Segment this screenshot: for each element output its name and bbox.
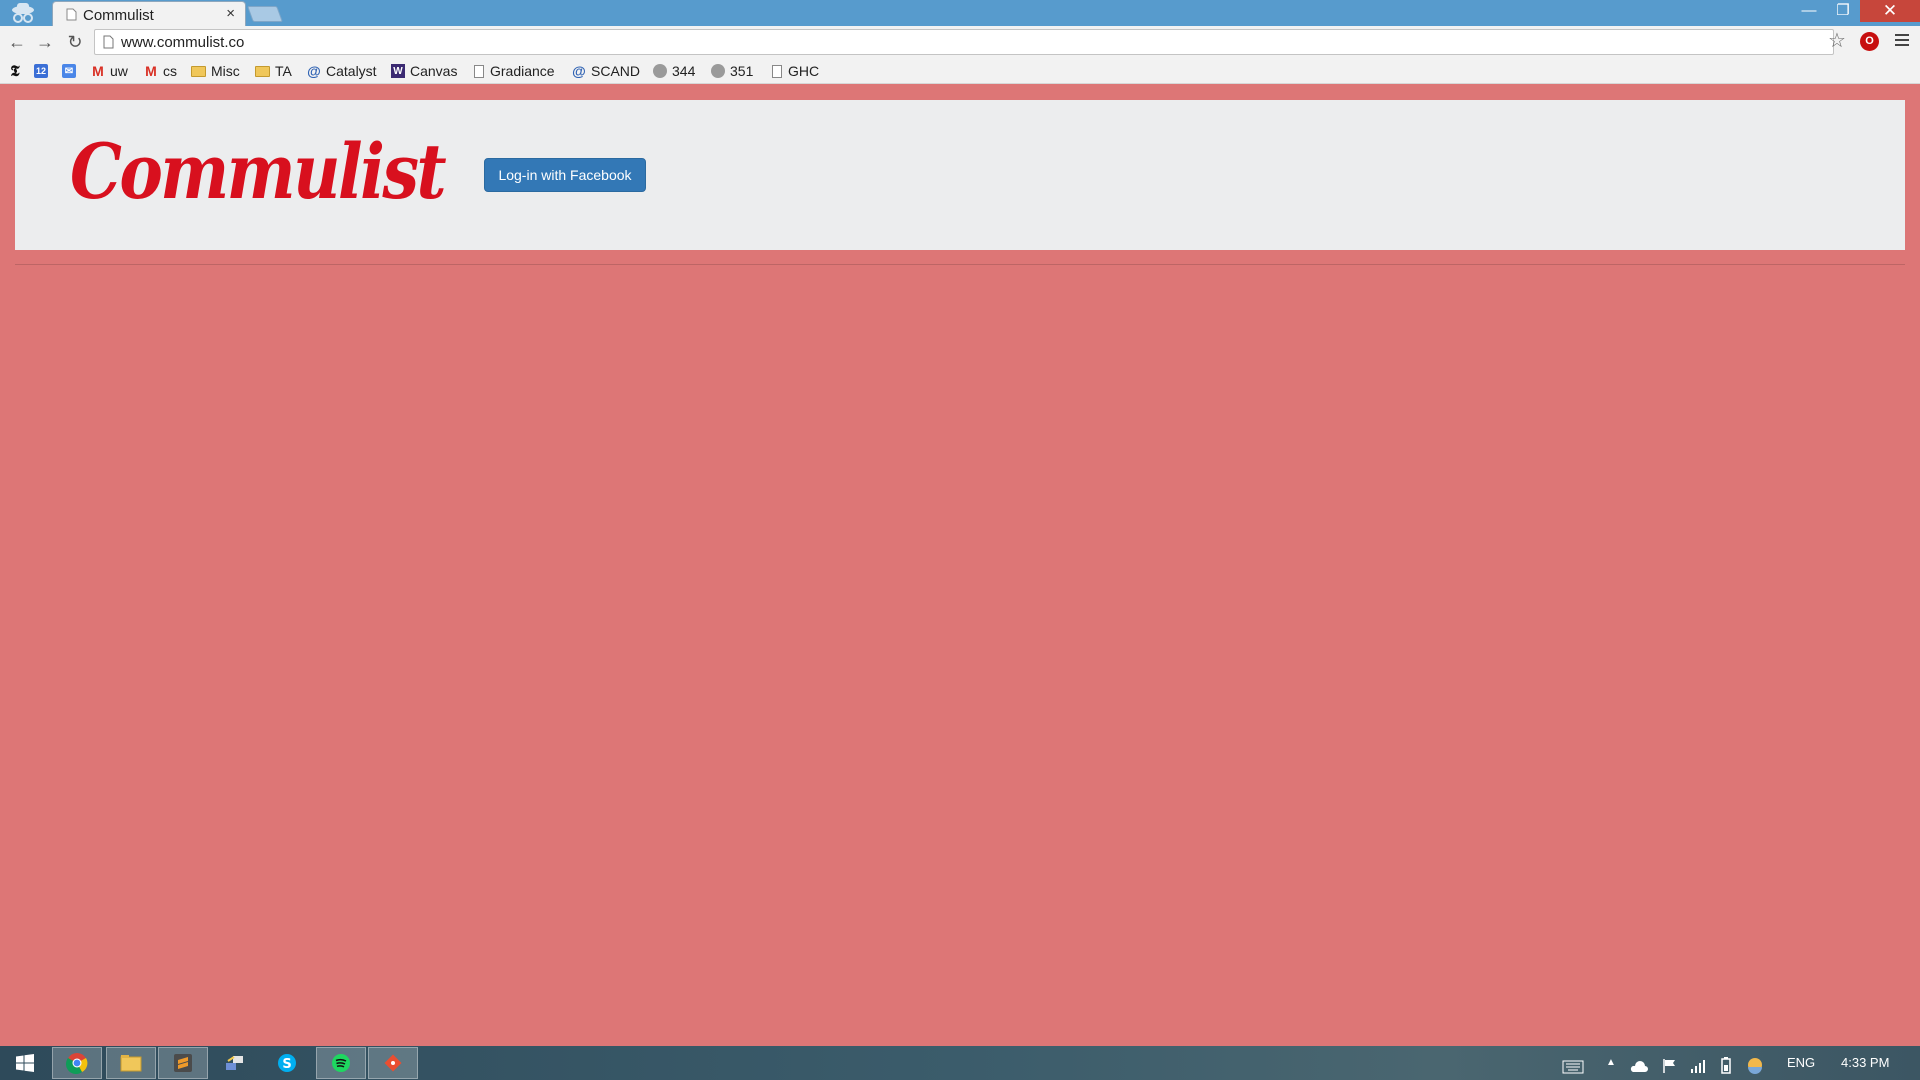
weather-tray-icon[interactable] <box>1746 1054 1764 1076</box>
browser-title-bar: Commulist × — ❐ ✕ <box>0 0 1920 27</box>
page-icon <box>474 64 484 78</box>
gmail-icon: M <box>145 63 157 79</box>
url-text[interactable]: www.commulist.co <box>121 34 244 51</box>
show-hidden-icons-icon[interactable]: ▲ <box>1606 1052 1616 1074</box>
tab-commulist[interactable]: Commulist × <box>52 1 246 27</box>
battery-icon[interactable] <box>1718 1054 1734 1076</box>
action-center-flag-icon[interactable] <box>1662 1055 1678 1077</box>
taskbar-spotify[interactable] <box>316 1047 366 1079</box>
folder-icon <box>191 65 206 77</box>
bookmark-label: SCAND <box>591 63 641 79</box>
file-explorer-icon <box>120 1055 142 1072</box>
bookmark-canvas[interactable]: W Canvas <box>391 61 457 81</box>
taskbar-file-explorer[interactable] <box>106 1047 156 1079</box>
tab-title: Commulist <box>83 7 154 24</box>
header-divider <box>15 264 1905 265</box>
svg-text:S: S <box>282 1057 291 1072</box>
page-icon <box>772 64 782 78</box>
bookmark-catalyst[interactable]: @ Catalyst <box>307 61 377 81</box>
bookmark-label: Canvas <box>410 63 458 79</box>
taskbar-chrome[interactable] <box>52 1047 102 1079</box>
bookmark-label: Gradiance <box>490 63 555 79</box>
bookmark-cs[interactable]: M cs <box>144 61 177 81</box>
network-tool-icon <box>226 1056 243 1070</box>
bookmark-344[interactable]: 344 <box>653 61 695 81</box>
windows-start-icon <box>16 1054 34 1072</box>
bookmark-label: GHC <box>788 63 820 79</box>
new-tab-button[interactable] <box>247 6 283 22</box>
canvas-icon: W <box>391 64 405 78</box>
keyboard-icon[interactable] <box>1562 1056 1584 1078</box>
signal-strength-icon[interactable] <box>1690 1055 1706 1077</box>
language-indicator[interactable]: ENG <box>1787 1052 1815 1074</box>
facebook-login-button[interactable]: Log-in with Facebook <box>484 158 646 192</box>
bookmark-uw[interactable]: M uw <box>91 61 128 81</box>
catalyst-icon: @ <box>307 63 321 79</box>
calendar-icon: 12 <box>34 64 48 78</box>
bookmark-label: Misc <box>211 63 240 79</box>
bookmark-scand[interactable]: @ SCAND <box>572 61 640 81</box>
forward-button[interactable]: → <box>34 31 56 53</box>
close-window-button[interactable]: ✕ <box>1860 0 1920 22</box>
logo-text: Commulist <box>70 127 446 212</box>
sublime-text-icon <box>174 1054 192 1072</box>
bookmark-label: 344 <box>672 63 696 79</box>
address-bar[interactable]: www.commulist.co <box>94 29 1834 55</box>
bookmarks-bar: 𝕿 12 ✉ M uw M cs Misc TA @ Catalyst W Ca… <box>0 58 1920 84</box>
inbox-icon: ✉ <box>62 64 76 78</box>
back-button[interactable]: ← <box>6 31 28 53</box>
page-icon <box>66 8 77 21</box>
bookmark-folder-ta[interactable]: TA <box>255 61 292 81</box>
ublock-extension-icon[interactable]: O <box>1860 32 1879 51</box>
skype-icon: S <box>278 1054 296 1072</box>
bookmark-351[interactable]: 351 <box>711 61 753 81</box>
bookmark-inbox[interactable]: ✉ <box>62 61 81 81</box>
chrome-icon <box>66 1053 88 1074</box>
bookmark-label: cs <box>163 63 177 79</box>
bookmark-label: TA <box>275 63 292 79</box>
bookmark-calendar[interactable]: 12 <box>34 61 53 81</box>
browser-toolbar: ← → ↻ www.commulist.co ☆ O <box>0 26 1920 58</box>
taskbar-sublime[interactable] <box>158 1047 208 1079</box>
tab-close-button[interactable]: × <box>226 5 235 22</box>
onedrive-icon[interactable] <box>1630 1056 1648 1078</box>
taskbar-network-tool[interactable] <box>210 1047 260 1079</box>
gmail-icon: M <box>92 63 104 79</box>
globe-icon <box>653 64 667 78</box>
taskbar-skype[interactable]: S <box>262 1047 312 1079</box>
bookmark-ghc[interactable]: GHC <box>772 61 819 81</box>
bookmark-star-icon[interactable]: ☆ <box>1828 30 1846 52</box>
maximize-button[interactable]: ❐ <box>1826 0 1860 22</box>
bookmark-label: uw <box>110 63 128 79</box>
bookmark-label: Catalyst <box>326 63 377 79</box>
bookmark-folder-misc[interactable]: Misc <box>191 61 240 81</box>
spotify-icon <box>332 1054 350 1072</box>
folder-icon <box>255 65 270 77</box>
clock[interactable]: 4:33 PM <box>1841 1052 1889 1074</box>
globe-icon <box>711 64 725 78</box>
incognito-icon <box>12 3 34 23</box>
page-icon <box>103 35 114 49</box>
catalyst-icon: @ <box>572 63 586 79</box>
start-button[interactable] <box>0 1047 50 1079</box>
git-icon <box>384 1054 402 1072</box>
commulist-logo[interactable]: Commulist <box>68 122 448 212</box>
chrome-menu-icon[interactable] <box>1895 34 1909 47</box>
bookmark-gradiance[interactable]: Gradiance <box>474 61 555 81</box>
nytimes-icon: 𝕿 <box>10 62 20 80</box>
minimize-button[interactable]: — <box>1792 0 1826 22</box>
bookmark-label: 351 <box>730 63 754 79</box>
reload-button[interactable]: ↻ <box>64 31 86 53</box>
taskbar-git[interactable] <box>368 1047 418 1079</box>
windows-taskbar: S ▲ ENG 4:33 PM <box>0 1046 1920 1080</box>
bookmark-nytimes[interactable]: 𝕿 <box>8 61 27 81</box>
